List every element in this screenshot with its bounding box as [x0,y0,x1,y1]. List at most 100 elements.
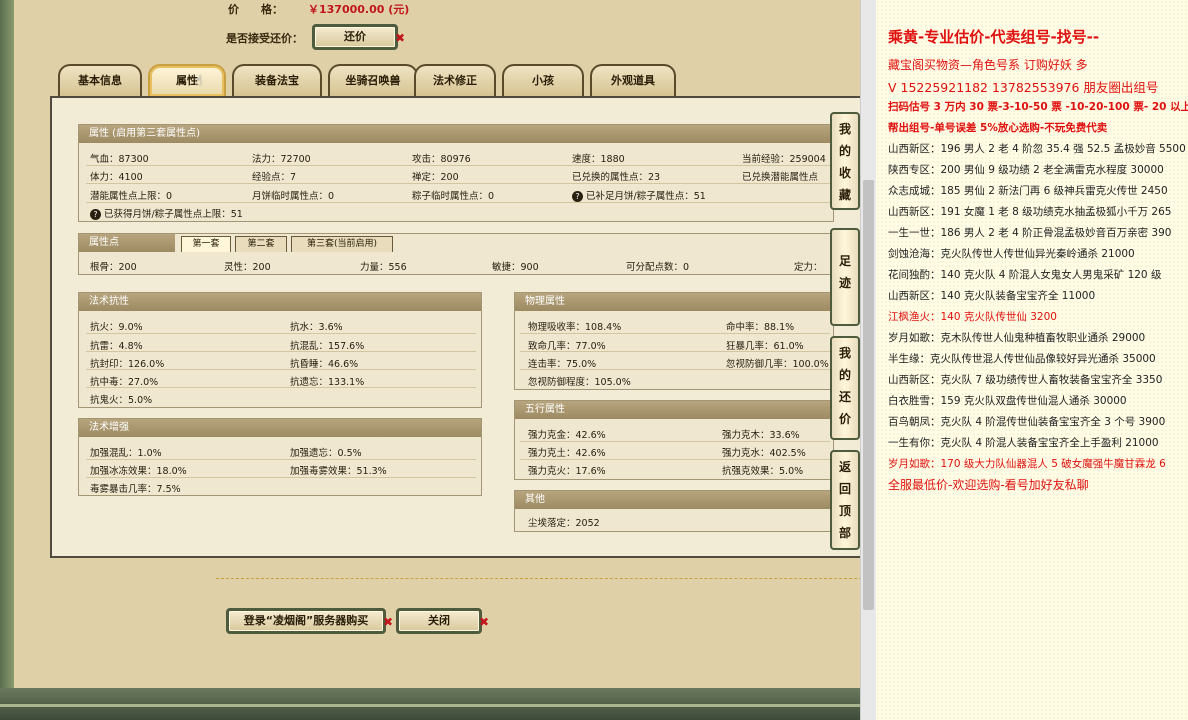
divider [86,459,476,460]
attr-exchanged-potential: 已兑换潜能属性点 [742,172,819,183]
note-line: 江枫渔火：140 克火队传世仙 3200 [888,311,1057,323]
note-line: 山西新区：克火队 7 级功绩传世人畜牧装备宝宝齐全 3350 [888,374,1163,386]
window-bottom-frame [0,688,862,720]
divider [520,369,830,370]
divider [86,387,476,388]
note-line: 陕西专区：200 男仙 9 级功绩 2 老全满雷克水程度 30000 [888,164,1164,176]
attr-cap-obtained: ? 已获得月饼/粽子属性点上限：51 [90,206,243,220]
divider [86,477,476,478]
resist-title: 法术抗性 [79,293,481,311]
back-to-top-button[interactable]: 返回顶部 [830,450,860,550]
note-line: 山西新区：140 克火队装备宝宝齐全 11000 [888,290,1096,302]
phys-hit: 命中率：88.1% [726,322,795,333]
side-char: 我 [838,122,851,136]
phys-crit: 致命几率：77.0% [528,341,606,352]
vertical-scrollbar[interactable] [860,0,876,720]
attr-potential-cap: 潜能属性点上限：0 [90,191,173,202]
phys-ignore-rate: 忽视防御几率：100.0% [726,359,829,370]
phys-absorb: 物理吸收率：108.4% [528,322,622,333]
attr-zongzi-temp: 粽子临时属性点：0 [412,191,495,202]
note-line: 扫码估号 3 万内 30 票-3-10-50 票 -10-20-100 票- 2… [888,101,1188,113]
points-endurance: 定力： [794,262,823,273]
footprints-button[interactable]: 足迹 [830,228,860,326]
close-button[interactable]: 关闭 ✖ [396,608,489,634]
my-favorites-button[interactable]: 我的收藏 [830,112,860,210]
enhance-title: 法术增强 [79,419,481,437]
attr-speed: 速度：1880 [572,154,625,165]
points-tab-3[interactable]: 第三套(当前启用) [291,236,393,252]
resist-sleep: 抗昏睡：46.6% [290,359,359,370]
points-section: 属性点 第一套 第二套 第三套(当前启用) [78,233,834,275]
note-line: 众志成城：185 男仙 2 新法门再 6 级神兵雷克火传世 2450 [888,185,1168,197]
tab-attributes[interactable]: 属性 [148,64,226,96]
side-char: 足 [838,254,851,268]
side-char: 的 [838,144,851,158]
side-char: 价 [838,412,851,426]
resist-forget: 抗遗忘：133.1% [290,377,365,388]
attr-exchanged: 已兑换的属性点：23 [572,172,661,183]
attr-filled: ? 已补足月饼/粽子属性点：51 [572,188,706,202]
resist-water: 抗水：3.6% [290,322,343,333]
note-line: 半生缘：克火队传世混人传世仙品像较好异光通杀 35000 [888,353,1156,365]
points-tab-2[interactable]: 第二套 [235,236,287,252]
scrollbar-thumb[interactable] [863,180,874,610]
five-wood: 强力克木：33.6% [722,430,800,441]
counter-offer-label: 是否接受还价： [226,32,303,45]
points-tab-1[interactable]: 第一套 [181,236,231,252]
resist-chaos: 抗混乱：157.6% [290,341,365,352]
side-char: 迹 [838,276,851,290]
note-line: 花间独酌：140 克火队 4 阶混人女鬼女人男鬼采矿 120 级 [888,269,1162,281]
phys-rage: 狂暴几率：61.0% [726,341,804,352]
enhance-freeze: 加强冰冻效果：18.0% [90,466,187,477]
points-spirit: 灵性：200 [224,262,271,273]
attr-cap-text: 已获得月饼/粽子属性点上限：51 [104,209,243,220]
enhance-chaos: 加强混乱：1.0% [90,448,162,459]
physical-title: 物理属性 [515,293,833,311]
five-fire: 强力克火：17.6% [528,466,606,477]
tab-equipment[interactable]: 装备法宝 [232,64,322,96]
login-buy-button[interactable]: 登录“凌烟阁”服务器购买 ✖ [226,608,393,634]
tab-spell-mod[interactable]: 法术修正 [414,64,496,96]
divider [86,369,476,370]
five-resist: 抗强克效果：5.0% [722,466,804,477]
close-label: 关闭 [428,614,450,627]
side-char: 还 [838,390,851,404]
tab-mounts[interactable]: 坐骑召唤兽 [328,64,418,96]
tab-basic-info[interactable]: 基本信息 [58,64,142,96]
counter-offer-button[interactable]: 还价 ✖ [312,24,405,50]
divider [86,165,830,166]
points-strength: 力量：556 [360,262,407,273]
notes-document: 乘黄-专业估价-代卖组号-找号-- 藏宝阁买物资—角色号系 订购好妖 多 V 1… [876,0,1188,720]
attr-title: 属性 (启用第三套属性点) [79,125,833,143]
note-line: 一生有你：克火队 4 阶混人装备宝宝齐全上手盈利 21000 [888,437,1159,449]
side-char: 返 [838,460,851,474]
attr-atk: 攻击：80976 [412,154,471,165]
note-line: V 15225921182 13782553976 朋友圈出组号 [888,80,1159,95]
note-line: 白衣胜雪：159 克火队双盘传世仙混人通杀 30000 [888,395,1127,407]
resist-fire: 抗火：9.0% [90,322,143,333]
side-char: 藏 [838,188,851,202]
other-title: 其他 [515,491,833,509]
points-constitution: 根骨：200 [90,262,137,273]
divider [86,333,476,334]
other-dust: 尘埃落定：2052 [528,518,600,529]
note-line: 帮出组号-单号误差 5%放心选购-不玩免费代卖 [888,122,1108,134]
game-window: 价 格： ￥137000.00 (元) 是否接受还价： 还价 ✖ 基本信息 属性 装… [0,0,862,720]
frame-line [0,704,862,707]
question-icon[interactable]: ? [572,191,583,202]
my-counter-offers-button[interactable]: 我的还价 [830,336,860,440]
resist-seal: 抗封印：126.0% [90,359,165,370]
question-icon[interactable]: ? [90,209,101,220]
enhance-poisonfog: 加强毒雾效果：51.3% [290,466,387,477]
tab-kids[interactable]: 小孩 [502,64,584,96]
points-title: 属性点 [79,234,175,252]
close-x-icon: ✖ [478,615,489,629]
enhance-crit: 毒雾暴击几率：7.5% [90,484,181,495]
side-char: 顶 [838,504,851,518]
side-char: 的 [838,368,851,382]
login-buy-label: 登录“凌烟阁”服务器购买 [243,614,369,627]
side-char: 我 [838,346,851,360]
attr-stamina: 体力：4100 [90,172,143,183]
note-line: 剑蚀沧海：克火队传世人传世仙异光秦岭通杀 21000 [888,248,1135,260]
tab-appearance[interactable]: 外观道具 [590,64,676,96]
